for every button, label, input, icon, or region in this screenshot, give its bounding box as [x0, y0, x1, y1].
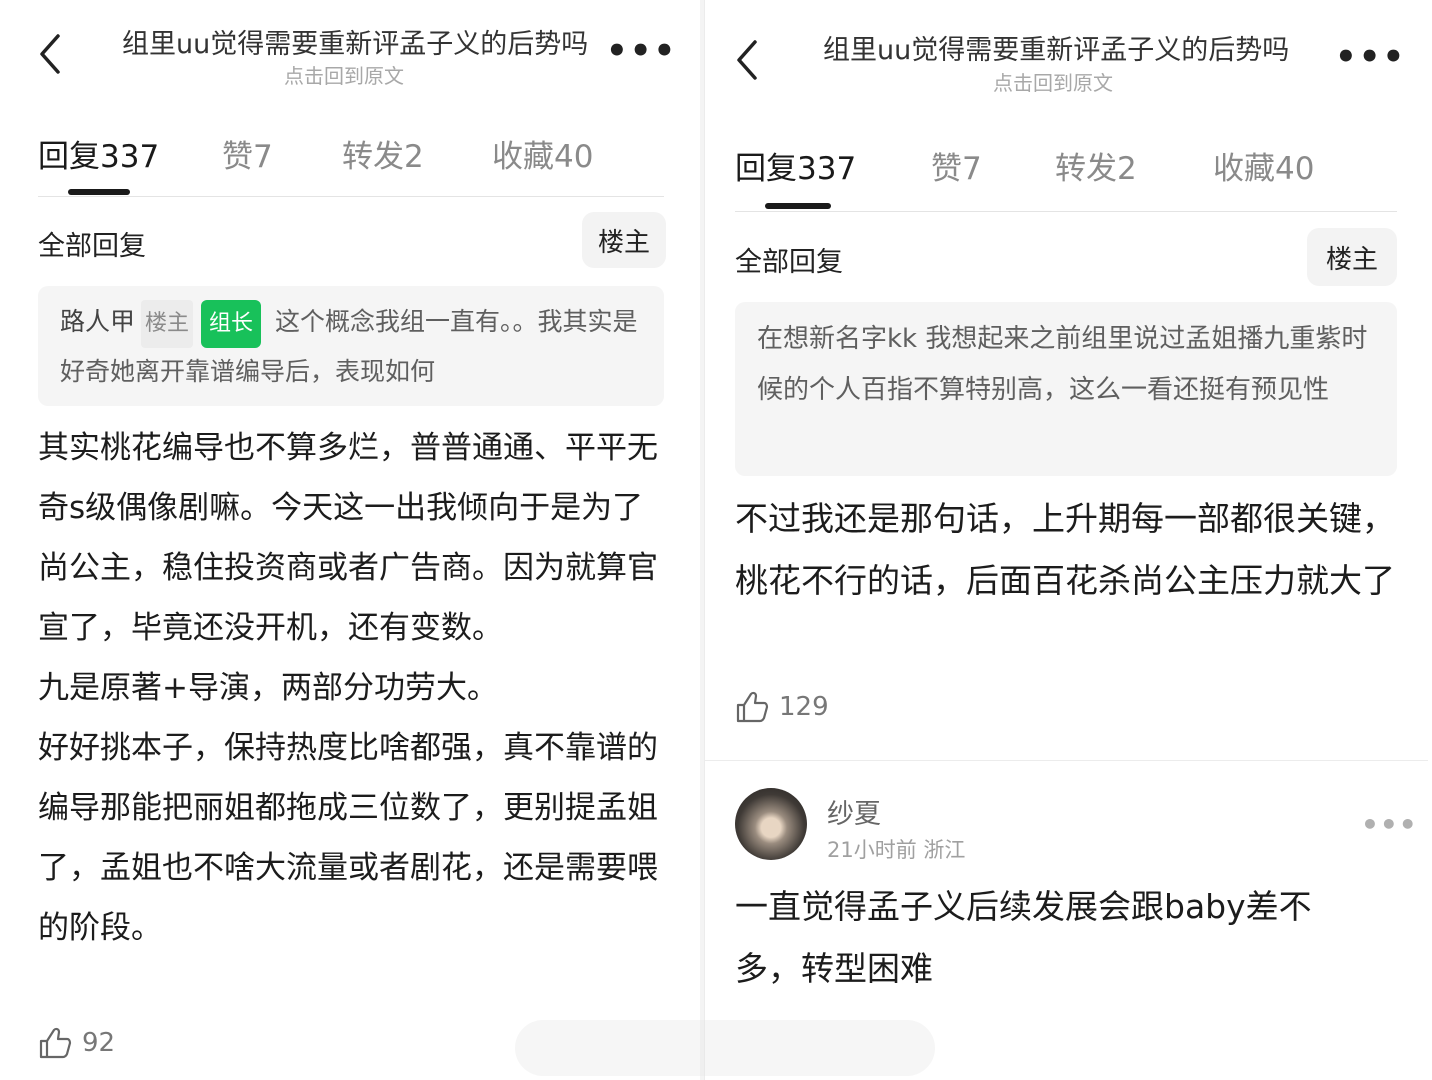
thumbs-up-icon	[736, 691, 769, 723]
active-tab-indicator	[765, 203, 831, 209]
tab-label: 回复	[38, 139, 100, 175]
comment-text: 一直觉得孟子义后续发展会跟baby差不多，转型困难	[735, 887, 1312, 988]
owner-filter-button[interactable]: 楼主	[582, 212, 666, 268]
like-count: 129	[779, 692, 829, 722]
like-button[interactable]: 129	[735, 690, 829, 724]
tab-replies[interactable]: 回复337	[38, 131, 159, 176]
watermark-overlay	[515, 1020, 935, 1076]
active-tab-indicator	[68, 189, 130, 195]
tab-count: 7	[253, 139, 273, 175]
more-options-icon[interactable]: •••	[1335, 40, 1406, 74]
tab-label: 赞	[222, 139, 253, 175]
comment-username[interactable]: 纱夏	[827, 792, 881, 831]
comment-divider	[705, 760, 1428, 761]
post-title[interactable]: 组里uu觉得需要重新评孟子义的后势吗	[823, 28, 1289, 67]
tab-count: 7	[962, 151, 982, 187]
tab-label: 转发	[1055, 151, 1117, 187]
tab-favorites[interactable]: 收藏40	[492, 131, 593, 176]
moderator-badge: 组长	[201, 300, 262, 348]
tab-label: 收藏	[1213, 151, 1275, 187]
reply-paragraph: 九是原著+导演，两部分功劳大。	[38, 670, 498, 706]
tab-label: 收藏	[492, 139, 554, 175]
back-to-original-link[interactable]: 点击回到原文	[284, 60, 404, 89]
comment-meta: 21小时前 浙江	[827, 838, 966, 862]
owner-filter-button[interactable]: 楼主	[1307, 228, 1397, 286]
tab-count: 337	[797, 151, 857, 187]
reply-paragraph: 好好挑本子，保持热度比啥都强，真不靠谱的编导那能把丽姐都拖成三位数了，更别提孟姐…	[38, 730, 658, 946]
owner-badge: 楼主	[141, 300, 194, 348]
tab-count: 2	[1117, 151, 1137, 187]
quoted-reply[interactable]: 路人甲 楼主 组长 这个概念我组一直有。。我其实是好奇她离开靠谱编导后，表现如何	[38, 286, 664, 406]
tab-reposts[interactable]: 转发2	[1055, 143, 1137, 188]
tabs-divider	[735, 211, 1397, 212]
back-to-original-link[interactable]: 点击回到原文	[993, 67, 1113, 96]
back-arrow-icon[interactable]	[36, 32, 64, 76]
tab-replies[interactable]: 回复337	[735, 143, 856, 188]
tab-count: 337	[100, 139, 160, 175]
tabs-divider	[38, 196, 664, 197]
tab-count: 40	[1275, 151, 1315, 187]
left-screenshot-panel: 组里uu觉得需要重新评孟子义的后势吗 点击回到原文 ••• 回复337 赞7 转…	[0, 0, 700, 1080]
post-title[interactable]: 组里uu觉得需要重新评孟子义的后势吗	[122, 22, 588, 61]
tab-likes[interactable]: 赞7	[931, 143, 982, 188]
right-screenshot-panel: 组里uu觉得需要重新评孟子义的后势吗 点击回到原文 ••• 回复337 赞7 转…	[704, 0, 1428, 1080]
tab-label: 赞	[931, 151, 962, 187]
quoted-reply[interactable]: 在想新名字kk 我想起来之前组里说过孟姐播九重紫时候的个人百指不算特别高，这么一…	[735, 302, 1397, 476]
tab-count: 2	[404, 139, 424, 175]
tab-favorites[interactable]: 收藏40	[1213, 143, 1314, 188]
back-arrow-icon[interactable]	[733, 38, 761, 82]
all-replies-heading: 全部回复	[38, 231, 146, 262]
tab-label: 转发	[342, 139, 404, 175]
avatar[interactable]	[735, 788, 807, 860]
reply-body: 不过我还是那句话，上升期每一部都很关键，桃花不行的话，后面百花杀尚公主压力就大了	[735, 499, 1395, 600]
comment-more-icon[interactable]: •••	[1361, 808, 1418, 841]
reply-body: 其实桃花编导也不算多烂，普普通通、平平无奇s级偶像剧嘛。今天这一出我倾向于是为了…	[38, 418, 660, 958]
tab-count: 40	[554, 139, 594, 175]
more-options-icon[interactable]: •••	[606, 34, 677, 68]
all-replies-heading: 全部回复	[735, 247, 843, 278]
quoted-text: 在想新名字kk 我想起来之前组里说过孟姐播九重紫时候的个人百指不算特别高，这么一…	[757, 324, 1368, 405]
reply-paragraph: 其实桃花编导也不算多烂，普普通通、平平无奇s级偶像剧嘛。今天这一出我倾向于是为了…	[38, 430, 658, 646]
thumbs-up-icon	[39, 1027, 72, 1059]
like-count: 92	[82, 1028, 116, 1058]
like-button[interactable]: 92	[38, 1026, 115, 1060]
tab-reposts[interactable]: 转发2	[342, 131, 424, 176]
tab-label: 回复	[735, 151, 797, 187]
tab-likes[interactable]: 赞7	[222, 131, 273, 176]
quoted-username[interactable]: 路人甲	[60, 307, 135, 336]
